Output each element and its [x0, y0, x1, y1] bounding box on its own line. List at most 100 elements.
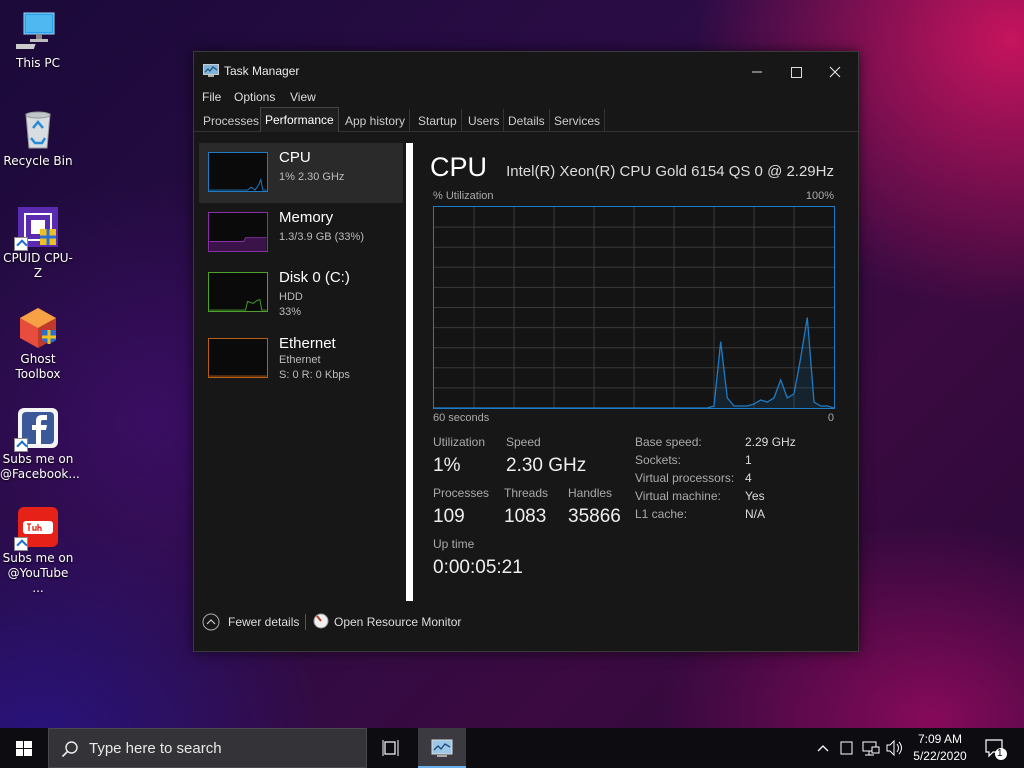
graph-x-end-label: 0: [827, 412, 834, 424]
processes-label: Processes: [433, 486, 490, 500]
youtube-icon: [14, 505, 60, 551]
start-button[interactable]: [0, 728, 48, 768]
sidebar-item-name: Ethernet: [279, 335, 336, 352]
uptime-value: 0:00:05:21: [433, 557, 523, 578]
sidebar-item-name: CPU: [279, 149, 311, 166]
chevron-up-icon: [817, 745, 829, 752]
tab-details[interactable]: Details: [504, 109, 550, 132]
volume-button[interactable]: [883, 728, 905, 768]
sidebar-item-detail: Ethernet: [279, 354, 321, 366]
taskbar: Type here to search 7:09 AM 5/22/2020 1: [0, 728, 1024, 768]
desktop-icon-label: @Facebook...: [0, 467, 80, 481]
pane-splitter[interactable]: [406, 143, 413, 601]
base-speed-value: 2.29 GHz: [745, 435, 796, 449]
handles-value: 35866: [568, 506, 621, 527]
desktop-icon-youtube[interactable]: Subs me on @YouTube ...: [0, 505, 76, 596]
close-button[interactable]: [812, 60, 858, 84]
sidebar-item-detail: 33%: [279, 306, 302, 318]
desktop-icon-label: Recycle Bin: [3, 154, 73, 168]
desktop-icon-recycle-bin[interactable]: Recycle Bin: [0, 108, 76, 169]
footer-divider: [305, 614, 306, 630]
tab-users[interactable]: Users: [464, 109, 505, 132]
open-resource-monitor-link[interactable]: Open Resource Monitor: [334, 615, 461, 629]
tab-performance[interactable]: Performance: [260, 107, 339, 132]
base-speed-label: Base speed:: [635, 435, 702, 449]
recycle-bin-icon: [16, 108, 60, 152]
desktop-icon-label: CPUID CPU-Z: [3, 251, 73, 280]
network-button[interactable]: [860, 728, 882, 768]
speaker-icon: [886, 739, 902, 757]
menu-options[interactable]: Options: [234, 90, 275, 104]
virtual-processors-label: Virtual processors:: [635, 471, 735, 485]
tab-processes[interactable]: Processes: [199, 109, 265, 132]
search-placeholder: Type here to search: [89, 740, 222, 757]
shortcut-arrow-icon: [14, 438, 28, 452]
sidebar-item-name: Disk 0 (C:): [279, 269, 350, 286]
sidebar-item-memory[interactable]: Memory 1.3/3.9 GB (33%): [199, 203, 403, 263]
task-manager-icon: [431, 739, 453, 757]
desktop-icon-label: Toolbox: [15, 367, 61, 381]
memory-thumbnail-graph: [208, 212, 268, 252]
title-bar[interactable]: Task Manager: [194, 52, 858, 90]
fewer-details-link[interactable]: Fewer details: [228, 615, 299, 629]
tab-startup[interactable]: Startup: [414, 109, 462, 132]
sidebar-item-disk[interactable]: Disk 0 (C:) HDD 33%: [199, 263, 403, 323]
threads-label: Threads: [504, 486, 549, 500]
threads-value: 1083: [504, 506, 547, 527]
desktop-icon-label: Ghost: [20, 352, 56, 366]
l1-cache-value: N/A: [745, 507, 766, 521]
sidebar-item-cpu[interactable]: CPU 1% 2.30 GHz: [199, 143, 403, 203]
clock-time: 7:09 AM: [917, 732, 963, 746]
window-tray-icon: [840, 741, 853, 755]
desktop-icon-label: Subs me on: [2, 551, 74, 565]
resource-list: CPU 1% 2.30 GHz Memory 1.3/3.9 GB (33%) …: [199, 143, 403, 603]
ghost-toolbox-icon: [16, 306, 60, 350]
cpu-z-icon: [14, 205, 60, 251]
notification-count: 1: [997, 748, 1003, 759]
uptime-label: Up time: [433, 537, 475, 551]
desktop-icon-facebook[interactable]: Subs me on @Facebook...: [0, 406, 80, 482]
menu-file[interactable]: File: [202, 90, 221, 104]
desktop-icon-label: This PC: [16, 56, 60, 70]
chevron-up-circle-icon[interactable]: [202, 613, 220, 631]
task-view-button[interactable]: [368, 728, 416, 768]
shortcut-arrow-icon: [14, 237, 28, 251]
close-icon: [829, 66, 841, 78]
show-hidden-icons-button[interactable]: [812, 728, 834, 768]
cpu-model: Intel(R) Xeon(R) CPU Gold 6154 QS 0 @ 2.…: [506, 163, 834, 180]
tab-app-history[interactable]: App history: [341, 109, 411, 132]
window-title: Task Manager: [224, 64, 300, 78]
network-icon: [862, 741, 880, 756]
cpu-graph-svg: [434, 207, 835, 409]
handles-label: Handles: [568, 486, 613, 500]
disk-thumbnail-graph: [208, 272, 268, 312]
search-icon: [61, 741, 78, 758]
tray-app-icon[interactable]: [836, 728, 858, 768]
shortcut-arrow-icon: [14, 537, 28, 551]
sidebar-item-detail: 1% 2.30 GHz: [279, 171, 345, 183]
taskbar-task-manager-button[interactable]: [418, 728, 466, 768]
ethernet-thumbnail-graph: [208, 338, 268, 378]
taskbar-search-box[interactable]: Type here to search: [48, 728, 367, 768]
sidebar-item-detail: 1.3/3.9 GB (33%): [279, 231, 364, 243]
action-center-button[interactable]: 1: [980, 728, 1010, 768]
sidebar-item-ethernet[interactable]: Ethernet Ethernet S: 0 R: 0 Kbps: [199, 329, 403, 389]
graph-y-max-label: 100%: [805, 190, 834, 202]
desktop-icon-label: @YouTube ...: [7, 566, 69, 595]
windows-logo-icon: [16, 741, 32, 756]
desktop-icon-this-pc[interactable]: This PC: [0, 10, 76, 71]
virtual-processors-value: 4: [745, 471, 752, 485]
sidebar-item-name: Memory: [279, 209, 334, 226]
desktop-icon-cpu-z[interactable]: CPUID CPU-Z: [0, 205, 76, 281]
task-view-icon: [382, 740, 399, 756]
taskbar-clock[interactable]: 7:09 AM 5/22/2020: [905, 731, 975, 765]
sockets-label: Sockets:: [635, 453, 682, 467]
window-footer: Fewer details Open Resource Monitor: [194, 607, 858, 637]
tab-strip: Processes Performance App history Startu…: [194, 107, 858, 132]
menu-view[interactable]: View: [290, 90, 316, 104]
cpu-thumbnail-graph: [208, 152, 268, 192]
tab-services[interactable]: Services: [550, 109, 606, 132]
desktop-icon-ghost-toolbox[interactable]: Ghost Toolbox: [0, 306, 76, 382]
resource-monitor-icon: [313, 613, 329, 629]
notification-icon: [985, 739, 1007, 760]
